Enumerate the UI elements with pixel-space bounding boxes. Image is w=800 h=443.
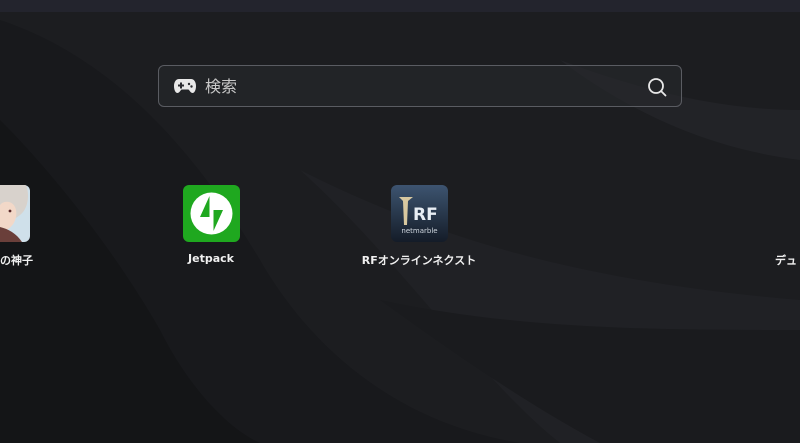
search-bar[interactable] [158, 65, 682, 107]
search-icon[interactable] [647, 77, 667, 97]
launcher-screen: の神子 Jetpack RF [0, 0, 800, 443]
netmarble-logo-text: netmarble [401, 227, 437, 235]
jetpack-lightning-icon [183, 185, 240, 242]
app-label: の神子 [0, 254, 33, 267]
app-label: RFオンラインネクスト [361, 254, 477, 267]
rf-logo-text: RF [413, 205, 438, 225]
app-rf-online-next[interactable]: RF netmarble RFオンラインネクスト [349, 185, 489, 275]
app-jetpack[interactable]: Jetpack [141, 185, 281, 275]
app-label: Jetpack [188, 252, 234, 265]
anime-character-icon[interactable] [0, 185, 30, 242]
gamepad-icon [174, 79, 196, 93]
rf-netmarble-icon: RF netmarble [391, 185, 448, 242]
search-input[interactable] [205, 72, 625, 100]
app-label[interactable]: デュ [775, 252, 797, 268]
